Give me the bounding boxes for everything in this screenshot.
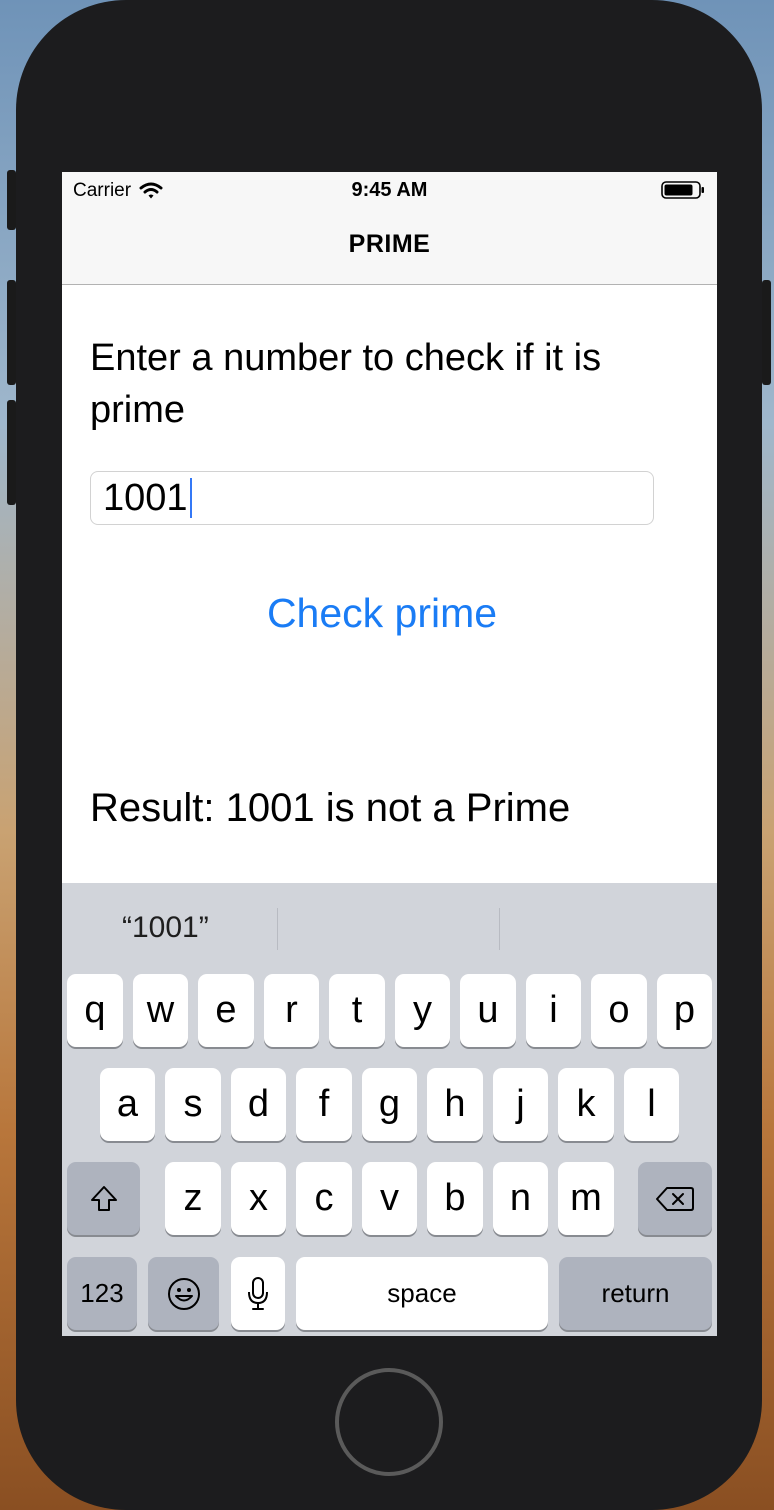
key-e[interactable]: e bbox=[198, 974, 254, 1047]
power-button bbox=[762, 280, 771, 385]
key-j[interactable]: j bbox=[493, 1068, 548, 1141]
key-n[interactable]: n bbox=[493, 1162, 548, 1235]
suggestion-divider bbox=[277, 908, 278, 950]
key-l[interactable]: l bbox=[624, 1068, 679, 1141]
key-f[interactable]: f bbox=[296, 1068, 352, 1141]
suggestion-item[interactable]: “1001” bbox=[122, 911, 209, 945]
key-q[interactable]: q bbox=[67, 974, 123, 1047]
key-o[interactable]: o bbox=[591, 974, 647, 1047]
volume-down-button bbox=[7, 400, 16, 505]
mute-switch bbox=[7, 170, 16, 230]
key-t[interactable]: t bbox=[329, 974, 385, 1047]
suggestion-divider bbox=[499, 908, 500, 950]
microphone-icon bbox=[248, 1276, 268, 1310]
key-b[interactable]: b bbox=[427, 1162, 483, 1235]
shift-key[interactable] bbox=[67, 1162, 140, 1235]
delete-key[interactable] bbox=[638, 1162, 712, 1235]
shift-arrow-icon bbox=[90, 1185, 117, 1211]
key-x[interactable]: x bbox=[231, 1162, 286, 1235]
nav-title: PRIME bbox=[348, 230, 431, 258]
key-i[interactable]: i bbox=[526, 974, 581, 1047]
key-d[interactable]: d bbox=[231, 1068, 286, 1141]
return-key[interactable]: return bbox=[559, 1257, 712, 1330]
status-time: 9:45 AM bbox=[351, 179, 428, 201]
app-screen: Carrier 9:45 AM PRIME Enter a number to … bbox=[62, 172, 717, 1336]
volume-up-button bbox=[7, 280, 16, 385]
key-a[interactable]: a bbox=[100, 1068, 155, 1141]
emoji-icon bbox=[167, 1277, 200, 1310]
number-input-value: 1001 bbox=[103, 476, 188, 519]
text-cursor bbox=[189, 478, 192, 518]
key-m[interactable]: m bbox=[558, 1162, 614, 1235]
key-y[interactable]: y bbox=[395, 974, 450, 1047]
dictation-key[interactable] bbox=[231, 1257, 285, 1330]
navigation-bar: PRIME bbox=[62, 208, 717, 285]
space-key[interactable]: space bbox=[296, 1257, 548, 1330]
numbers-key[interactable]: 123 bbox=[67, 1257, 137, 1330]
key-u[interactable]: u bbox=[460, 974, 516, 1047]
check-prime-button[interactable]: Check prime bbox=[62, 590, 702, 637]
key-p[interactable]: p bbox=[657, 974, 712, 1047]
key-s[interactable]: s bbox=[165, 1068, 221, 1141]
suggestion-bar: “1001” bbox=[62, 883, 717, 973]
key-g[interactable]: g bbox=[362, 1068, 417, 1141]
key-z[interactable]: z bbox=[165, 1162, 221, 1235]
status-bar: Carrier 9:45 AM bbox=[62, 172, 717, 208]
number-input[interactable]: 1001 bbox=[90, 471, 654, 525]
key-k[interactable]: k bbox=[558, 1068, 614, 1141]
key-r[interactable]: r bbox=[264, 974, 319, 1047]
key-w[interactable]: w bbox=[133, 974, 188, 1047]
emoji-key[interactable] bbox=[148, 1257, 219, 1330]
key-h[interactable]: h bbox=[427, 1068, 483, 1141]
key-v[interactable]: v bbox=[362, 1162, 417, 1235]
keyboard: “1001” q w e r t y u i o p a s d f g h j… bbox=[62, 883, 717, 1336]
backspace-icon bbox=[656, 1186, 694, 1211]
home-button[interactable] bbox=[335, 1368, 443, 1476]
battery-icon bbox=[661, 181, 704, 199]
prompt-label: Enter a number to check if it is prime bbox=[90, 337, 602, 431]
result-label: Result: 1001 is not a Prime bbox=[90, 786, 571, 830]
key-c[interactable]: c bbox=[296, 1162, 352, 1235]
